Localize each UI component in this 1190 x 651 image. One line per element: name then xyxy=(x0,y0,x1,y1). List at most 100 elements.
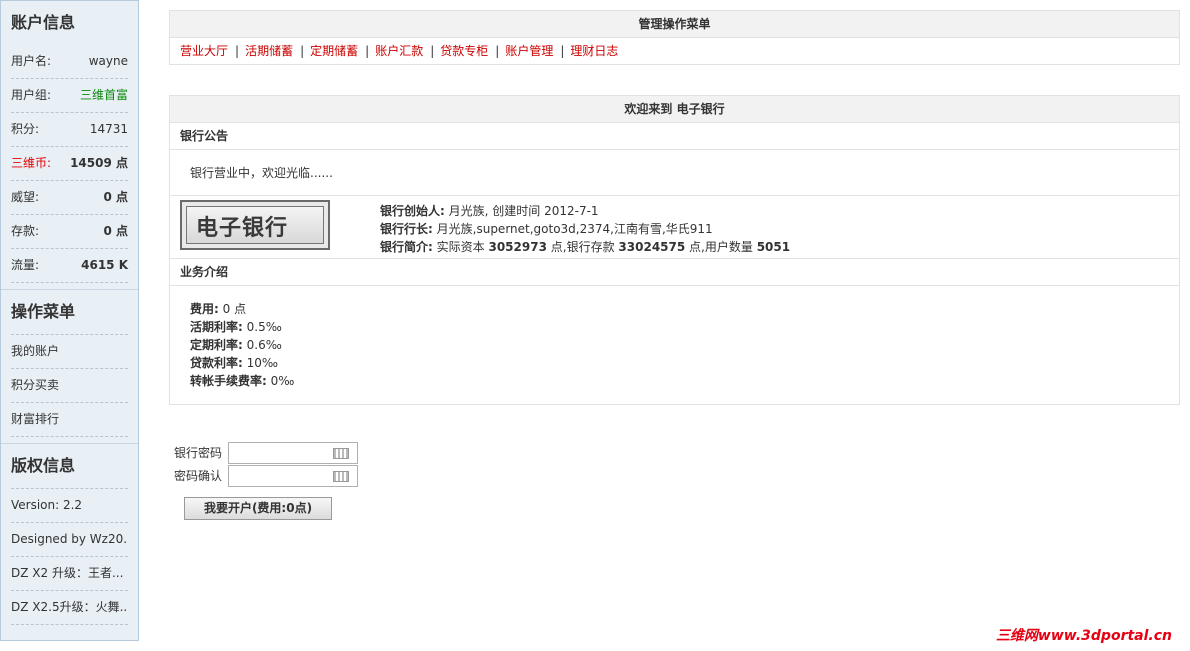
bank-logo-text: 电子银行 xyxy=(196,216,289,241)
copyright-item: DZ X2 升级：王者... xyxy=(11,557,128,591)
sidebar-item-wealth-rank[interactable]: 财富排行 xyxy=(11,403,128,437)
account-label: 用户名: xyxy=(11,54,52,68)
intro-text: 点,银行存款 xyxy=(550,240,615,254)
notice-text: 银行营业中，欢迎光临...... xyxy=(170,150,1179,196)
menu-link-fixed-savings[interactable]: 定期储蓄 xyxy=(310,44,358,58)
menu-separator: | xyxy=(430,44,435,58)
intro-text: 点,用户数量 xyxy=(689,240,753,254)
menu-link-loans[interactable]: 贷款专柜 xyxy=(440,44,488,58)
business-value: 0.6‰ xyxy=(246,338,282,352)
password-label: 银行密码 xyxy=(174,446,223,460)
notice-title: 银行公告 xyxy=(170,123,1179,150)
account-row-coins: 三维币: 14509 点 xyxy=(11,147,128,181)
account-value: 0 点 xyxy=(103,224,128,238)
intro-deposit: 33024575 xyxy=(618,240,686,254)
business-list: 费用: 0 点 活期利率: 0.5‰ 定期利率: 0.6‰ 贷款利率: 10‰ … xyxy=(170,286,1179,404)
business-value: 0.5‰ xyxy=(246,320,282,334)
menu-link-finance-log[interactable]: 理财日志 xyxy=(570,44,618,58)
account-label: 积分: xyxy=(11,122,40,136)
menu-separator: | xyxy=(300,44,305,58)
account-label: 威望: xyxy=(11,190,40,204)
keyboard-icon[interactable] xyxy=(333,470,349,482)
business-item: 费用: 0 点 xyxy=(190,300,1159,318)
president-label: 银行行长: xyxy=(380,222,433,236)
account-value: 14731 xyxy=(89,122,128,136)
account-label: 存款: xyxy=(11,224,40,238)
business-label: 费用: xyxy=(190,302,219,316)
menu-link-hall[interactable]: 营业大厅 xyxy=(180,44,228,58)
business-label: 贷款利率: xyxy=(190,356,243,370)
copyright-list: Version: 2.2 Designed by Wz20... DZ X2 升… xyxy=(11,488,128,625)
open-account-button[interactable]: 我要开户(费用:0点) xyxy=(184,497,332,520)
intro-label: 银行简介: xyxy=(380,240,433,254)
account-label: 用户组: xyxy=(11,88,52,102)
account-value: 4615 K xyxy=(81,258,128,272)
founder-value: 月光族, 创建时间 2012-7-1 xyxy=(448,204,599,218)
account-row-deposit: 存款: 0 点 xyxy=(11,215,128,249)
sidebar-item-my-account[interactable]: 我的账户 xyxy=(11,335,128,369)
sidebar-item-points-trade[interactable]: 积分买卖 xyxy=(11,369,128,403)
founder-label: 银行创始人: xyxy=(380,204,445,218)
business-item: 贷款利率: 10‰ xyxy=(190,354,1159,372)
welcome-title: 欢迎来到 电子银行 xyxy=(170,96,1179,123)
bank-info-lines: 银行创始人: 月光族, 创建时间 2012-7-1 银行行长: 月光族,supe… xyxy=(380,202,790,256)
management-menu-title: 管理操作菜单 xyxy=(170,11,1179,38)
sidebar: 账户信息 用户名: wayne 用户组: 三维首富 积分: 14731 三维币:… xyxy=(0,0,139,641)
account-row-usergroup: 用户组: 三维首富 xyxy=(11,79,128,113)
password-input[interactable] xyxy=(228,441,358,464)
menu-separator: | xyxy=(495,44,500,58)
management-menu: 营业大厅 | 活期储蓄 | 定期储蓄 | 账户汇款 | 贷款专柜 | 账户管理 | 理财日志 xyxy=(170,38,1179,64)
copyright-title: 版权信息 xyxy=(11,456,76,475)
operation-menu: 我的账户 积分买卖 财富排行 xyxy=(11,334,128,437)
menu-separator: | xyxy=(365,44,370,58)
menu-link-remittance[interactable]: 账户汇款 xyxy=(375,44,423,58)
business-value: 0 点 xyxy=(222,302,247,316)
intro-capital: 3052973 xyxy=(488,240,547,254)
bank-logo: 电子银行 xyxy=(180,200,330,250)
account-row-traffic: 流量: 4615 K xyxy=(11,249,128,283)
management-menu-box: 管理操作菜单 营业大厅 | 活期储蓄 | 定期储蓄 | 账户汇款 | 贷款专柜 | 账户管理 | 理财日… xyxy=(169,10,1180,65)
confirm-password-input[interactable] xyxy=(228,464,358,487)
keyboard-icon[interactable] xyxy=(333,447,349,459)
confirm-row: 密码确认 xyxy=(174,464,358,487)
business-value: 10‰ xyxy=(246,356,279,370)
watermark: 三维网www.3dportal.cn xyxy=(995,628,1172,644)
account-row-username: 用户名: wayne xyxy=(11,45,128,79)
business-value: 0‰ xyxy=(270,374,295,388)
account-value: 0 点 xyxy=(103,190,128,204)
open-account-form: 银行密码 密码确认 xyxy=(174,441,358,487)
business-label: 转帐手续费率: xyxy=(190,374,267,388)
business-title: 业务介绍 xyxy=(170,259,1179,286)
business-label: 活期利率: xyxy=(190,320,243,334)
account-label: 三维币: xyxy=(11,156,52,170)
intro-line: 银行简介: 实际资本 3052973 点,银行存款 33024575 点,用户数… xyxy=(380,238,790,256)
intro-text: 实际资本 xyxy=(436,240,485,254)
president-line: 银行行长: 月光族,supernet,goto3d,2374,江南有雪,华氏91… xyxy=(380,220,790,238)
menu-link-demand-savings[interactable]: 活期储蓄 xyxy=(245,44,293,58)
president-value: 月光族,supernet,goto3d,2374,江南有雪,华氏911 xyxy=(436,222,713,236)
business-item: 活期利率: 0.5‰ xyxy=(190,318,1159,336)
account-label: 流量: xyxy=(11,258,40,272)
founder-line: 银行创始人: 月光族, 创建时间 2012-7-1 xyxy=(380,202,790,220)
menu-link-account-mgmt[interactable]: 账户管理 xyxy=(505,44,553,58)
business-label: 定期利率: xyxy=(190,338,243,352)
copyright-item: Designed by Wz20... xyxy=(11,523,128,557)
bank-info: 电子银行 银行创始人: 月光族, 创建时间 2012-7-1 银行行长: 月光族… xyxy=(170,196,1179,259)
account-row-points: 积分: 14731 xyxy=(11,113,128,147)
account-row-prestige: 威望: 0 点 xyxy=(11,181,128,215)
copyright-item: DZ X2.5升级：火舞... xyxy=(11,591,128,625)
menu-separator: | xyxy=(235,44,240,58)
menu-separator: | xyxy=(560,44,565,58)
account-value: wayne xyxy=(88,54,128,68)
copyright-item: Version: 2.2 xyxy=(11,489,128,523)
operation-menu-title: 操作菜单 xyxy=(11,302,76,321)
account-info-title: 账户信息 xyxy=(11,13,76,32)
business-item: 定期利率: 0.6‰ xyxy=(190,336,1159,354)
confirm-label: 密码确认 xyxy=(174,469,223,483)
account-value: 14509 点 xyxy=(70,156,128,170)
welcome-box: 欢迎来到 电子银行 银行公告 银行营业中，欢迎光临...... 电子银行 银行创… xyxy=(169,95,1180,405)
password-row: 银行密码 xyxy=(174,441,358,464)
intro-users: 5051 xyxy=(756,240,791,254)
account-value: 三维首富 xyxy=(79,88,128,102)
business-item: 转帐手续费率: 0‰ xyxy=(190,372,1159,390)
